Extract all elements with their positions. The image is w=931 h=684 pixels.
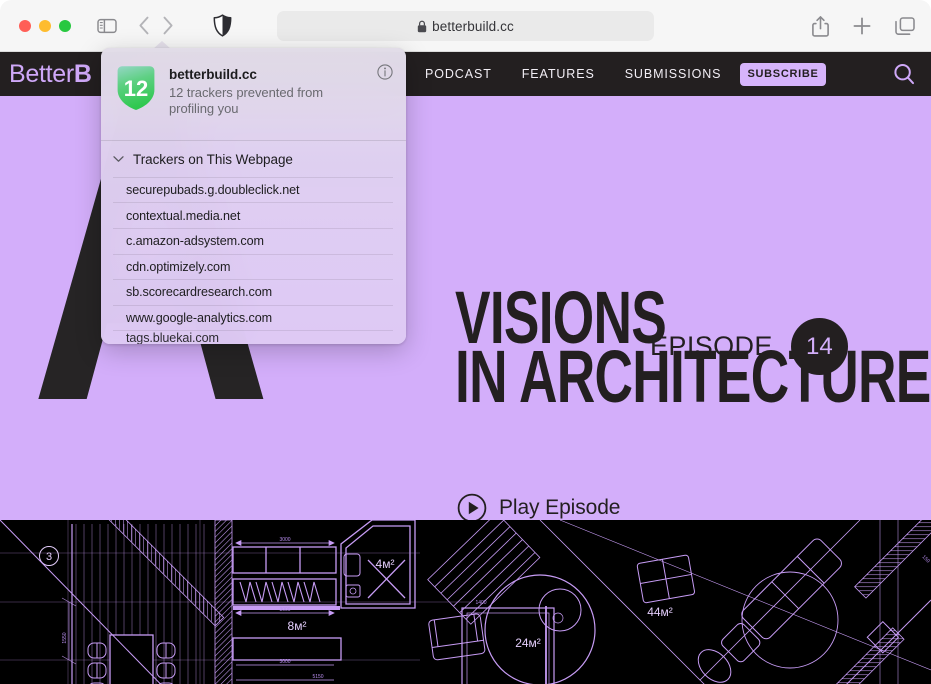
tracker-name: c.amazon-adsystem.com <box>126 234 264 249</box>
trackers-section-title: Trackers on This Webpage <box>133 151 293 167</box>
list-item[interactable]: c.amazon-adsystem.com <box>113 227 393 254</box>
area-label-4: 4м² <box>376 557 395 571</box>
popover-site-name: betterbuild.cc <box>169 67 257 82</box>
area-label-44: 44м² <box>647 605 673 619</box>
tab-overview-icon[interactable] <box>895 16 915 36</box>
brand-light-text: Better <box>9 59 74 88</box>
close-window-button[interactable] <box>19 19 31 32</box>
nav-link-podcast[interactable]: PODCAST <box>425 67 492 81</box>
nav-link-features[interactable]: FEATURES <box>522 67 595 81</box>
zoom-window-button[interactable] <box>59 19 71 32</box>
tracker-name: cdn.optimizely.com <box>126 259 231 274</box>
address-url-text: betterbuild.cc <box>432 18 514 34</box>
popover-subtitle: 12 trackers prevented from profiling you <box>169 85 324 116</box>
tracker-count-shield-icon: 12 <box>116 65 156 111</box>
list-item[interactable]: www.google-analytics.com <box>113 304 393 331</box>
address-bar[interactable]: betterbuild.cc <box>277 11 654 41</box>
sidebar-icon[interactable] <box>97 18 117 34</box>
window-controls <box>19 19 71 32</box>
svg-text:3: 3 <box>46 551 52 563</box>
svg-text:3000: 3000 <box>279 659 290 665</box>
episode-number: 14 <box>805 332 833 360</box>
tracker-list[interactable]: securepubads.g.doubleclick.net contextua… <box>101 176 406 344</box>
list-item[interactable]: sb.scorecardresearch.com <box>113 279 393 305</box>
list-item[interactable]: cdn.optimizely.com <box>113 253 393 280</box>
episode-label: EPISODE <box>650 331 773 361</box>
chevron-right-icon[interactable] <box>162 16 174 35</box>
subscribe-label: SUBSCRIBE <box>747 68 819 80</box>
list-item[interactable]: contextual.media.net <box>113 202 393 228</box>
trackers-section-header[interactable]: Trackers on This Webpage <box>101 141 406 177</box>
episode-number-badge: 14 <box>790 318 848 375</box>
area-label-8: 8м² <box>288 619 307 633</box>
svg-text:5150: 5150 <box>312 674 323 680</box>
episode-indicator: EPISODE 14 <box>650 318 848 375</box>
area-label-24: 24м² <box>515 636 541 650</box>
share-icon[interactable] <box>812 15 829 37</box>
tracker-name: tags.bluekai.com <box>126 330 219 344</box>
tracker-name: sb.scorecardresearch.com <box>126 285 272 300</box>
chevron-left-icon[interactable] <box>138 16 150 35</box>
tracker-name: www.google-analytics.com <box>126 310 272 325</box>
floorplan-drawing: 3 1550 4м² 3000 3000 3000 5150 8м² 24м² … <box>0 520 931 684</box>
popover-header: 12 betterbuild.cc 12 trackers prevented … <box>101 48 406 117</box>
popover-header-text: betterbuild.cc 12 trackers prevented fro… <box>169 64 341 117</box>
tracker-name: securepubads.g.doubleclick.net <box>126 183 300 198</box>
privacy-report-popover: 12 betterbuild.cc 12 trackers prevented … <box>101 48 406 344</box>
blueprint-image: 3 1550 4м² 3000 3000 3000 5150 8м² 24м² … <box>0 520 931 684</box>
svg-text:3000: 3000 <box>279 607 290 613</box>
play-episode-button[interactable]: Play Episode <box>457 493 620 520</box>
chevron-down-icon[interactable] <box>113 155 124 163</box>
svg-text:1550: 1550 <box>62 632 68 643</box>
tracker-name: contextual.media.net <box>126 208 241 223</box>
browser-toolbar: betterbuild.cc <box>0 0 931 52</box>
new-tab-icon[interactable] <box>853 17 871 35</box>
list-item[interactable]: securepubads.g.doubleclick.net <box>113 176 393 203</box>
toolbar-actions <box>812 0 915 52</box>
brand-bold-text: B <box>73 59 92 88</box>
info-circle-icon[interactable] <box>377 64 393 85</box>
play-episode-label: Play Episode <box>499 496 621 519</box>
svg-text:3000: 3000 <box>279 537 290 543</box>
subscribe-button[interactable]: SUBSCRIBE <box>740 62 826 86</box>
minimize-window-button[interactable] <box>39 19 51 32</box>
search-icon[interactable] <box>892 62 916 86</box>
list-item[interactable]: tags.bluekai.com <box>113 330 393 344</box>
lock-icon <box>417 20 427 33</box>
shield-count-text: 12 <box>124 76 148 101</box>
privacy-shield-icon[interactable] <box>213 14 232 37</box>
play-circle-icon <box>457 493 487 520</box>
nav-link-submissions[interactable]: SUBMISSIONS <box>625 67 722 81</box>
site-logo[interactable]: BetterB <box>9 60 92 89</box>
safari-window: betterbuild.cc BetterB PODCAST FEATURES … <box>0 0 931 684</box>
nav-links: PODCAST FEATURES SUBMISSIONS <box>425 67 721 81</box>
